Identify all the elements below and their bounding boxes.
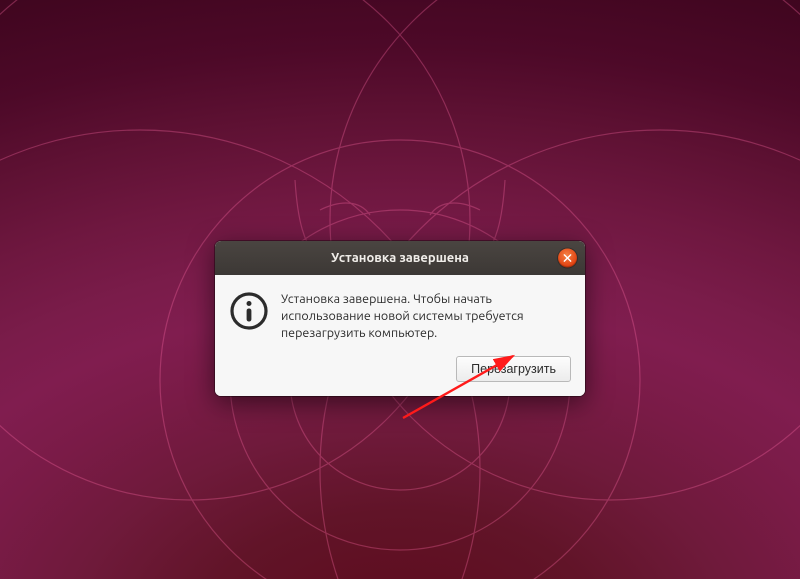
- dialog-title: Установка завершена: [331, 251, 469, 265]
- close-icon: [563, 254, 572, 263]
- dialog-body: Установка завершена. Чтобы начать исполь…: [215, 275, 585, 356]
- installation-complete-dialog: Установка завершена Установка завершена.…: [215, 241, 585, 396]
- restart-button[interactable]: Перезагрузить: [456, 356, 571, 382]
- dialog-message: Установка завершена. Чтобы начать исполь…: [281, 291, 569, 342]
- dialog-actions: Перезагрузить: [215, 356, 585, 396]
- close-button[interactable]: [558, 249, 577, 268]
- dialog-titlebar: Установка завершена: [215, 241, 585, 275]
- info-icon: [229, 291, 269, 331]
